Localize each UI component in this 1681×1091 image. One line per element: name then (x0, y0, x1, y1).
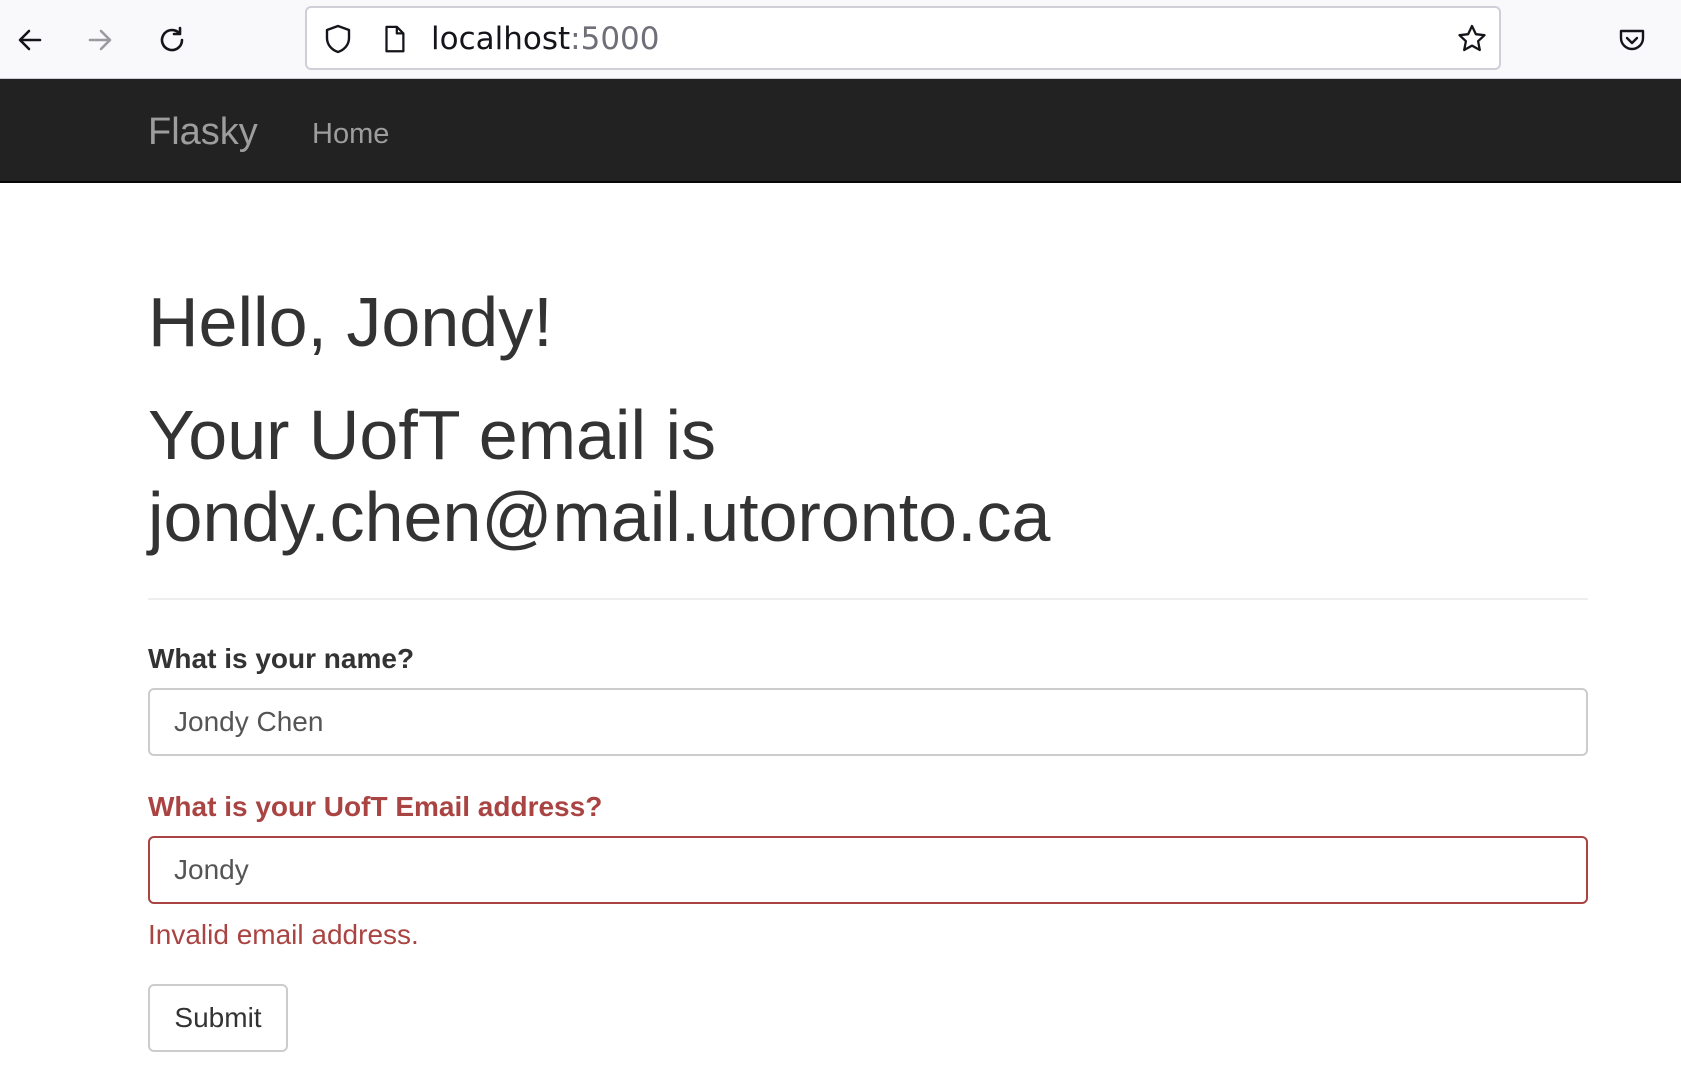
forward-button[interactable] (78, 18, 122, 62)
name-form-group: What is your name? Jondy Chen (148, 642, 1588, 756)
reload-icon (160, 26, 184, 52)
email-input[interactable]: Jondy (148, 836, 1588, 904)
shield-icon[interactable] (321, 22, 355, 56)
main-container: Hello, Jondy! Your UofT email is jondy.c… (148, 280, 1588, 1052)
url-text[interactable]: localhost:5000 (431, 22, 660, 56)
forward-arrow-icon (88, 29, 112, 51)
page-title: Hello, Jondy! (148, 283, 553, 361)
app-navbar: Flasky Home (0, 79, 1681, 183)
email-form-group: What is your UofT Email address? Jondy I… (148, 790, 1588, 952)
email-error-message: Invalid email address. (148, 919, 419, 950)
back-arrow-icon (18, 29, 42, 51)
email-heading: Your UofT email is jondy.chen@mail.utoro… (148, 394, 1588, 558)
back-button[interactable] (8, 18, 52, 62)
url-host: localhost (431, 21, 571, 57)
pocket-button[interactable] (1610, 18, 1654, 62)
nav-link-home[interactable]: Home (312, 118, 389, 150)
reload-button[interactable] (150, 18, 194, 62)
submit-button[interactable]: Submit (148, 984, 288, 1052)
address-bar[interactable]: localhost:5000 (305, 6, 1501, 70)
page-icon[interactable] (377, 22, 411, 56)
bookmark-star-icon[interactable] (1455, 22, 1489, 56)
name-label: What is your name? (148, 643, 415, 674)
browser-toolbar: localhost:5000 (0, 0, 1681, 79)
pocket-icon (1619, 29, 1645, 51)
name-input[interactable]: Jondy Chen (148, 688, 1588, 756)
email-label: What is your UofT Email address? (148, 791, 603, 822)
email-heading-line-2: jondy.chen@mail.utoronto.ca (148, 478, 1051, 556)
navbar-brand[interactable]: Flasky (148, 112, 258, 152)
email-heading-line-1: Your UofT email is (148, 396, 717, 474)
divider (148, 598, 1588, 600)
url-port: :5000 (570, 21, 660, 57)
